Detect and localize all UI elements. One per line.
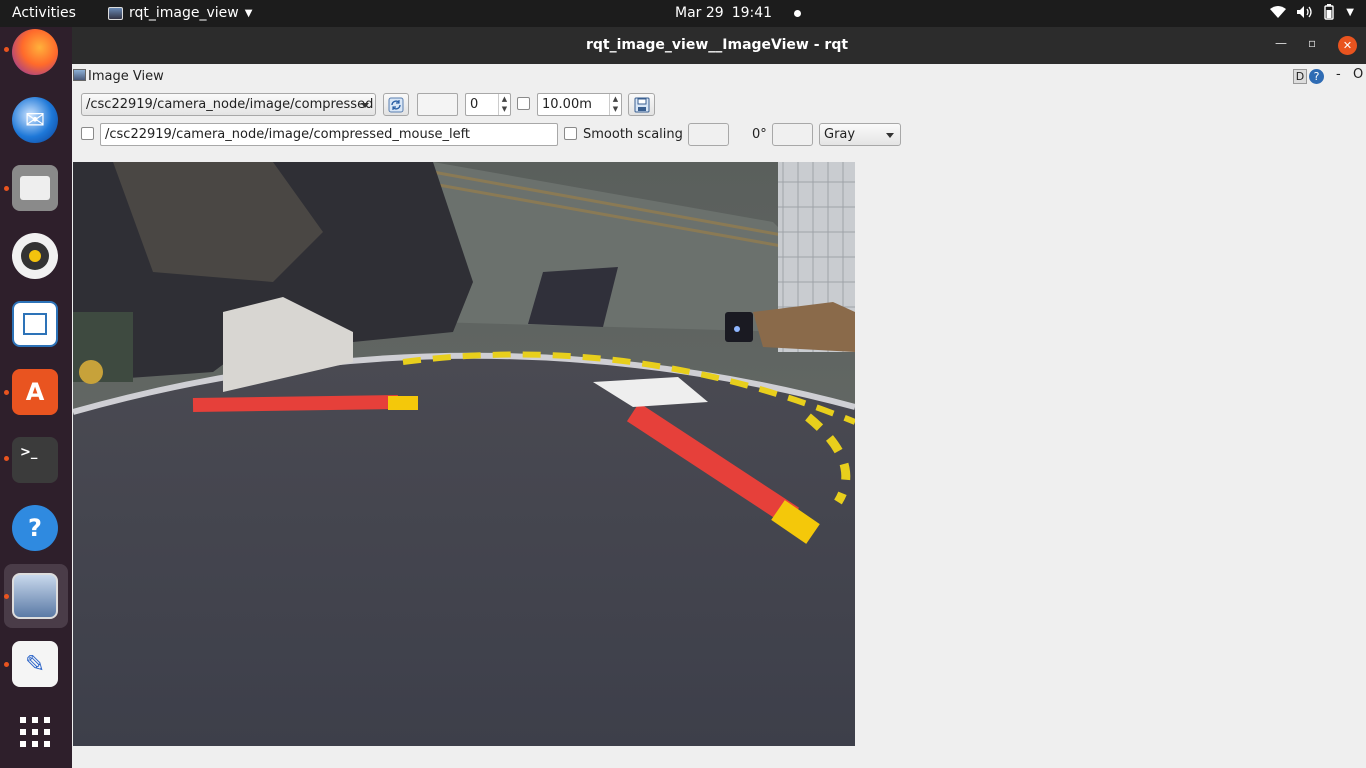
topic-select[interactable]: /csc22919/camera_node/image/compressed [81, 93, 376, 116]
help-button[interactable]: ? [1309, 69, 1324, 84]
publish-mouse-checkbox[interactable] [81, 127, 94, 140]
firefox-icon[interactable] [12, 29, 58, 75]
mouse-topic-input[interactable]: /csc22919/camera_node/image/compressed_m… [100, 123, 558, 146]
writer-icon[interactable] [12, 301, 58, 347]
number-spinbox[interactable]: 0 ▲ ▼ [465, 93, 511, 116]
rqt-app-icon [108, 6, 123, 20]
colormap-select[interactable]: Gray [819, 123, 901, 146]
rhythmbox-icon[interactable] [12, 233, 58, 279]
thunderbird-icon[interactable]: ✉ [12, 97, 58, 143]
running-indicator [4, 662, 9, 667]
running-indicator [4, 456, 9, 461]
top-bar: Activities rqt_image_view ▼ Mar 29 19:41… [0, 0, 1366, 27]
spin-arrows-icon[interactable]: ▲ ▼ [609, 94, 621, 115]
running-indicator [4, 594, 9, 599]
rotation-label: 0° [752, 127, 767, 142]
camera-image[interactable] [73, 162, 855, 746]
running-indicator [4, 186, 9, 191]
rotate-right-button[interactable] [772, 123, 813, 146]
running-indicator [4, 47, 9, 52]
clock-date: Mar 29 [675, 5, 724, 21]
system-tray[interactable]: ▼ [1270, 4, 1354, 20]
chevron-down-icon [361, 103, 369, 108]
text-editor-icon[interactable]: ✎ [12, 641, 58, 687]
empty-field[interactable] [417, 93, 458, 116]
topic-select-value: /csc22919/camera_node/image/compressed [86, 97, 374, 112]
image-view-icon [73, 69, 86, 81]
app-menu[interactable]: rqt_image_view ▼ [108, 5, 252, 21]
chevron-down-icon [886, 133, 894, 138]
files-icon[interactable] [12, 165, 58, 211]
range-spinbox-value: 10.00m [542, 97, 592, 112]
range-spinbox[interactable]: 10.00m ▲ ▼ [537, 93, 622, 116]
minimize-icon[interactable]: — [1275, 36, 1287, 50]
app-grid-icon[interactable] [12, 709, 58, 755]
battery-icon [1324, 4, 1334, 20]
power-menu-chevron-icon: ▼ [1346, 6, 1354, 18]
rotate-left-button[interactable] [688, 123, 729, 146]
help-icon[interactable]: ? [12, 505, 58, 551]
window-title: rqt_image_view__ImageView - rqt [585, 37, 849, 53]
dock-toggle-button[interactable]: D [1293, 69, 1307, 84]
image-viewer-icon[interactable] [12, 573, 58, 619]
rqt-window: rqt_image_view__ImageView - rqt — ▫ ✕ Im… [72, 27, 1366, 768]
clock[interactable]: Mar 29 19:41 [675, 5, 802, 21]
close-plugin-button[interactable]: O [1353, 67, 1363, 82]
dock: ✉ A >_ ? ✎ [0, 27, 72, 768]
number-spinbox-value: 0 [470, 97, 479, 112]
range-checkbox[interactable] [517, 97, 530, 110]
chevron-down-icon: ▼ [244, 7, 253, 19]
minimize-plugin-button[interactable]: - [1336, 67, 1341, 82]
colormap-select-value: Gray [824, 127, 856, 142]
app-store-icon[interactable]: A [12, 369, 58, 415]
terminal-icon[interactable]: >_ [12, 437, 58, 483]
refresh-topics-button[interactable] [383, 93, 409, 116]
plugin-title: Image View [88, 69, 164, 84]
notification-dot-icon [794, 9, 802, 17]
save-icon [634, 97, 649, 112]
close-icon[interactable]: ✕ [1338, 36, 1357, 55]
wifi-icon [1270, 6, 1287, 18]
camera-frame [73, 162, 855, 746]
running-indicator [4, 390, 9, 395]
volume-icon [1297, 6, 1312, 18]
spin-arrows-icon[interactable]: ▲ ▼ [498, 94, 510, 115]
maximize-icon[interactable]: ▫ [1308, 36, 1316, 50]
refresh-icon [388, 97, 404, 112]
activities-button[interactable]: Activities [12, 5, 76, 21]
window-titlebar[interactable]: rqt_image_view__ImageView - rqt — ▫ ✕ [72, 27, 1366, 64]
clock-time: 19:41 [731, 5, 773, 21]
app-menu-label: rqt_image_view [129, 5, 239, 21]
smooth-scaling-checkbox[interactable] [564, 127, 577, 140]
plugin-header: Image View D ? - O [72, 64, 1366, 90]
smooth-scaling-label: Smooth scaling [583, 127, 683, 142]
save-image-button[interactable] [628, 93, 655, 116]
